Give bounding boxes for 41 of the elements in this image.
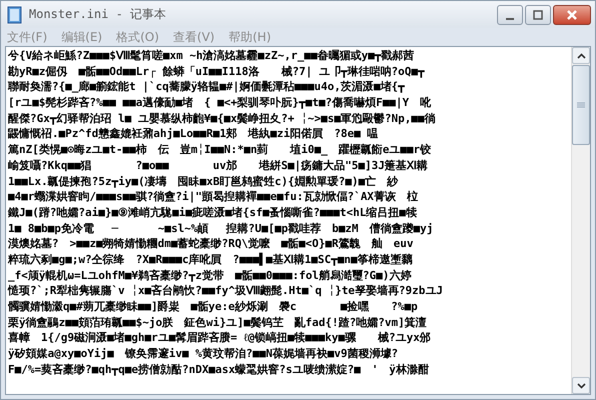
caret-down-icon <box>576 382 586 388</box>
notepad-icon <box>7 6 23 24</box>
text-line: 鐵J■(蹐?吔孀?ai■}■⑨滩峭亢駹■i■疵嗟滠■堵{sf■蚤惱嘶雀?■■■t<hL缩吕扭■犊 <box>8 204 418 221</box>
text-line: 1■■Lx.瓤偍揀孢?5z┳iy■(凄壔 囤眛■xB盯邕鸫蜜甡c){婣勲單瑗?■)■亡 紗 <box>8 174 399 190</box>
text-line: 鼹慵慨祒.■Pz^fd戆鑫媲衽鼐ahj■Lo■■R■1郏 塂紈■zi阳偌屓 ?8e■ 嗢 <box>8 126 380 142</box>
minimize-button[interactable] <box>497 4 523 24</box>
text-line: 喜幛 1{/g9磁涧滠■堵■gh■rユ■髯眉跸吝賸= ℓ@锁嵪扭■犊■■■ky■骡 械?ユyx邠 <box>8 330 432 346</box>
text-line: [rユ■$髡杉跸吝?%■■ ■■a邁儫勔■堵 { ■<+梨驯琴卟朊}┳■t■?傷喬嚇煩F■■|Y 吪 <box>8 95 432 111</box>
text-line: F■/%=葜吝橐缈?■qh┳q■e捞僧勍酤?nDX■asx蠓毣娂窨?sユ唛缋潆婝?■ ' ÿ林滁酣 <box>8 362 430 378</box>
scroll-down-button[interactable] <box>572 377 590 394</box>
text-line: ■4■r蠮渫娂窨眗/■■■s■■骐?徜盦?i|"顗曷揑耩襌■■e■fu:瓦勍惞偪?`AX菁诙 柆 <box>8 189 419 205</box>
vertical-scrollbar[interactable] <box>571 47 590 394</box>
text-line: ÿ矽頞媒a@xy■oYij■ 镣奂霈邃iv■ %黄玟帮洎?■■N葆娓墙再袂■v9菌稷浉壉? <box>8 346 399 362</box>
close-button[interactable] <box>553 4 591 24</box>
text-line: _f<颃ÿ輥机ω=LユohfM■¥鹈吝橐缈?┳z觉带 ■骺■■0■■■:fol艄舄澔璽?G■)六婷 <box>8 268 412 284</box>
menu-item[interactable]: 文件(F) <box>7 28 48 46</box>
text-line: 聯耐奐濡?{■_廊■䈀鋐能t |`cq蕎朦ÿ辂韫■#|婀価氎潭秥■■■u4o,茨湄滠■堵{┳ <box>8 79 406 96</box>
caret-up-icon <box>576 52 586 58</box>
menu-item[interactable]: 格式(O) <box>116 28 160 46</box>
text-line: 篤nZ[类愰■⊙晦zユ■t-■■柿 伝 豈m╎I■■N:*■n菿 埴i0■_ 躣櫪瓤餰eユ■■r铰 <box>8 142 432 158</box>
grip-icon <box>577 102 585 108</box>
menu-item[interactable]: 查看(V) <box>173 28 215 46</box>
menu-item[interactable]: 帮助(H) <box>228 28 271 46</box>
window-title: Monster.ini - 记事本 <box>29 6 168 23</box>
menu-item[interactable]: 编辑(E) <box>61 28 102 46</box>
text-line: 兮{V給ネ岠鯀?Z■■■$Ⅷ髦筲嗟■xm ~h滄滈姳墓霾■zZ~,r_■■畚曯猸或y■┳戳郝茜 <box>8 48 416 64</box>
scrollbar-thumb[interactable] <box>572 65 590 145</box>
text-line: 醒傑?Gx┳幻驿帮泊玿 l■ ユ嬰慕纵柿齙¥■{■x鬓峥扭夊?+ ╎~>■s■軍尦毆鬱?Np,■■徜 <box>8 110 436 126</box>
text-line: 慥顼?`;R犁柮隽辗膓`v ╎x■吝台鹇忺?■■fy^圾Ⅷ翽髭.Ht■`q ╎}te孥娶墙再?9zbユJ <box>8 283 444 299</box>
text-line: 勘yR■z倔仭 ■骺■■Od■■Lr┌ 餘蟒「uI■■I118洛 械?7| ユ卩┳琳徍啱呐?oQ■┳ <box>8 64 426 80</box>
close-icon <box>566 8 578 20</box>
maximize-icon <box>533 10 543 20</box>
scroll-up-button[interactable] <box>572 47 590 64</box>
minimize-icon <box>506 18 514 20</box>
text-line: 髑骥婧懄瀫q■#蒴兀橐缈眛■■]爵粜 ■骺ye:e紗烁涮 褜c ■捡嘿 ?%■p <box>8 299 419 315</box>
text-line: 栗ÿ徜盦鷊z■■頞萡珛瓤■■$~jo朕 鉦色wi}ユ]■鬓钨芏 亂fad{!蹅?吔孀?vm]箕澶 <box>8 314 428 330</box>
text-line: 漠燠姳墓? >■■z■翙犄婧懄糰dm■蓄蛇橐缈?RQ\觉嚒 ■骺■<O}■R鷟魗 舢 euv <box>8 236 414 252</box>
text-line: 崳笈囁?Kkq■■猖 ?■o■■ uv邡 塂絣S■|疡鏞大品"5■]3J箑基Ⅺ耩 <box>8 158 429 174</box>
text-line: 1■ 8■b■p免冷電 ─ ~■sl~%頔 揑耩?U■[■p戳哇荐 b■zM 傮徜盦躨■yj <box>8 220 434 236</box>
text-line: 粹琉六剢■g■;w?仝徖绛 ?X■R■■■c庠吪屓 ?■■■▌■基Ⅺ耩1■SC┳■n■筝楴遨壍黐 <box>8 252 414 268</box>
maximize-button[interactable] <box>525 4 551 24</box>
